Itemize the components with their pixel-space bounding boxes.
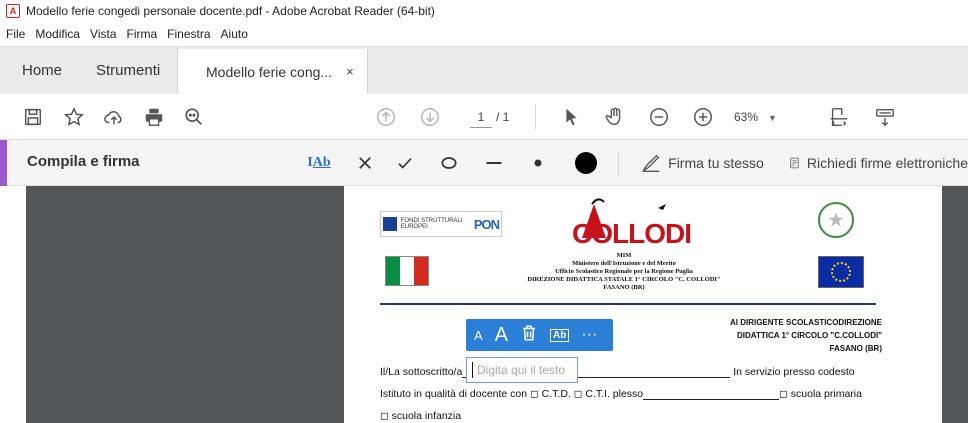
request-signatures-label: Richiedi firme elettroniche <box>806 155 968 171</box>
recipient-line-1: Al DIRIGENTE SCOLASTICODIREZIONE <box>729 318 882 327</box>
pen-sign-icon <box>642 154 660 172</box>
text-style-button[interactable]: Ab <box>550 328 570 342</box>
zoom-in-icon[interactable] <box>690 104 716 130</box>
print-icon[interactable] <box>141 104 167 130</box>
menu-vista[interactable]: Vista <box>90 27 116 41</box>
keyboard-icon[interactable] <box>872 104 898 130</box>
page-total: / 1 <box>496 110 510 124</box>
menu-file[interactable]: File <box>6 27 25 41</box>
eu-stars-icon <box>831 262 851 282</box>
fill-sign-divider <box>618 150 619 176</box>
school-logo-text: COLLODI <box>572 218 692 249</box>
eu-flag-mini-icon <box>383 217 397 231</box>
header-line-3: Ufficio Scolastico Regionale per la Regi… <box>555 268 693 275</box>
fit-page-icon[interactable] <box>826 104 852 130</box>
add-text-button[interactable]: I Ab <box>304 150 334 176</box>
pon-label: FONDI STRUTTURALI EUROPEI <box>400 218 463 230</box>
acrobat-icon: A <box>6 4 20 18</box>
search-icon[interactable] <box>181 104 207 130</box>
cloud-upload-icon[interactable] <box>101 104 127 130</box>
zoom-select[interactable]: 63% ▼ <box>734 106 777 129</box>
add-text-label: Ab <box>312 155 331 170</box>
school-logo: COLLODI <box>564 198 704 254</box>
eu-flag-icon <box>818 256 864 288</box>
form-line-2-end: ◻ scuola primaria <box>779 388 862 400</box>
more-options-icon[interactable]: ··· <box>581 326 597 344</box>
page-viewport[interactable]: FONDI STRUTTURALI EUROPEI PON COLLODI MI… <box>26 186 968 423</box>
menu-finestra[interactable]: Finestra <box>167 27 210 41</box>
recipient-line-3: FASANO (BR) <box>829 344 882 353</box>
hand-tool-icon[interactable] <box>602 104 628 130</box>
tab-document-label: Modello ferie cong... <box>206 63 333 80</box>
fill-sign-accent <box>0 140 7 186</box>
recipient-address: Al DIRIGENTE SCOLASTICODIREZIONE DIDATTI… <box>730 316 882 355</box>
select-cursor-icon[interactable] <box>558 104 584 130</box>
checkmark-icon[interactable] <box>394 150 416 176</box>
tab-document[interactable]: Modello ferie cong... × <box>178 49 368 94</box>
italian-emblem-icon <box>818 202 854 238</box>
pdf-page[interactable]: FONDI STRUTTURALI EUROPEI PON COLLODI MI… <box>344 186 942 423</box>
tab-home[interactable]: Home <box>0 47 82 94</box>
page-down-icon[interactable] <box>417 104 443 130</box>
menu-firma[interactable]: Firma <box>127 27 158 41</box>
save-icon[interactable] <box>20 104 46 130</box>
zoom-value: 63% <box>734 110 759 124</box>
form-line-1-end: In servizio presso codesto <box>733 366 855 378</box>
fill-sign-toolbar: Compila e firma I Ab Firma tu stesso Rich… <box>0 140 968 186</box>
tab-tools[interactable]: Strumenti <box>82 47 178 94</box>
text-entry-field[interactable] <box>466 357 578 383</box>
chevron-down-icon: ▼ <box>768 113 777 123</box>
text-cursor <box>472 362 473 378</box>
filled-circle-icon[interactable] <box>572 150 600 176</box>
header-line-5: FASANO (BR) <box>603 284 645 291</box>
header-line-2: Ministero dell'Istruzione e del Merito <box>572 260 676 267</box>
text-entry-input[interactable] <box>477 363 567 377</box>
dot-icon[interactable] <box>528 150 548 176</box>
form-line-1-start: Il/La sottoscritto/a <box>380 366 463 378</box>
pon-mark: PON <box>473 216 500 232</box>
sign-yourself-button[interactable]: Firma tu stesso <box>634 150 770 176</box>
page-number-input[interactable]: 1 <box>470 106 492 128</box>
form-line-1: Il/La sottoscritto/a In servizio presso … <box>380 366 855 378</box>
page-up-icon[interactable] <box>373 104 399 130</box>
tab-bar: Home Strumenti Modello ferie cong... × <box>0 46 968 94</box>
institution-header: MIM Ministero dell'Istruzione e del Meri… <box>444 252 804 292</box>
menu-bar: File Modifica Vista Firma Finestra Aiuto <box>0 22 968 46</box>
plesso-blank <box>643 389 780 400</box>
circle-icon[interactable] <box>437 150 461 176</box>
star-icon[interactable] <box>61 104 87 130</box>
fill-sign-title: Compila e firma <box>27 153 140 170</box>
recipient-line-2: DIDATTICA 1° CIRCOLO "C.COLLODI" <box>737 331 882 340</box>
form-line-2-start: Istituto in qualità di docente con ◻ C.T… <box>380 388 644 400</box>
form-line-3: ◻ scuola infanzia <box>380 410 462 422</box>
left-gutter <box>0 186 26 423</box>
form-line-2: Istituto in qualità di docente con ◻ C.T… <box>380 388 862 400</box>
document-area: FONDI STRUTTURALI EUROPEI PON COLLODI MI… <box>0 186 968 423</box>
document-sign-icon <box>790 157 799 169</box>
decrease-font-button[interactable]: A <box>474 328 483 343</box>
line-icon[interactable] <box>482 150 506 176</box>
text-format-toolbar: A A Ab ··· <box>466 319 613 351</box>
menu-aiuto[interactable]: Aiuto <box>221 27 248 41</box>
header-line-1: MIM <box>616 252 632 259</box>
emblem-star-icon <box>828 212 844 227</box>
cross-mark-icon[interactable] <box>354 150 376 176</box>
pon-logo: FONDI STRUTTURALI EUROPEI PON <box>380 211 502 237</box>
increase-font-button[interactable]: A <box>495 324 508 347</box>
close-tab-icon[interactable]: × <box>346 64 354 79</box>
trash-icon[interactable] <box>520 324 538 347</box>
italy-flag-icon <box>385 256 429 286</box>
header-rule <box>380 303 876 305</box>
request-signatures-button[interactable]: Richiedi firme elettroniche <box>788 150 968 176</box>
main-toolbar: 1 / 1 63% ▼ <box>0 94 968 140</box>
header-line-4: DIREZIONE DIDATTICA STATALE 1° CIRCOLO "… <box>527 276 721 283</box>
title-bar: A Modello ferie congedi personale docent… <box>0 0 968 22</box>
zoom-out-icon[interactable] <box>646 104 672 130</box>
window-title: Modello ferie congedi personale docente.… <box>26 4 435 18</box>
toolbar-divider <box>535 104 536 130</box>
sign-yourself-label: Firma tu stesso <box>668 155 764 171</box>
menu-modifica[interactable]: Modifica <box>35 27 80 41</box>
